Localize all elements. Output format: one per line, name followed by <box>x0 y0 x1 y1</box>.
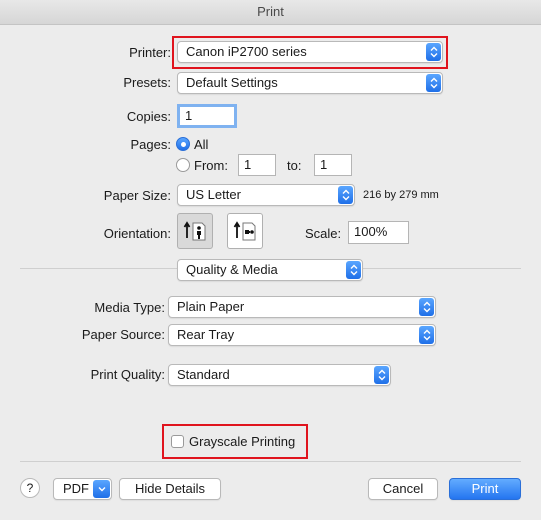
scale-label: Scale: <box>305 226 342 241</box>
pages-to-label: to: <box>287 158 302 173</box>
presets-popup[interactable]: Default Settings <box>177 72 443 94</box>
paper-size-label: Paper Size: <box>103 188 171 203</box>
pages-from-field[interactable]: 1 <box>238 154 276 176</box>
popup-arrows-icon <box>419 298 434 316</box>
media-type-popup[interactable]: Plain Paper <box>168 296 436 318</box>
pages-to-field[interactable]: 1 <box>314 154 352 176</box>
printer-value: Canon iP2700 series <box>186 44 307 59</box>
footer-divider <box>20 461 521 462</box>
presets-label: Presets: <box>123 75 171 90</box>
section-popup-value: Quality & Media <box>186 262 278 277</box>
popup-arrows-icon <box>338 186 353 204</box>
copies-label: Copies: <box>126 109 171 124</box>
pages-range-radio[interactable] <box>176 158 190 172</box>
scale-field[interactable]: 100% <box>348 221 409 244</box>
landscape-orientation-icon <box>233 221 256 241</box>
orientation-label: Orientation: <box>103 226 171 241</box>
pdf-label: PDF <box>63 481 89 496</box>
grayscale-label: Grayscale Printing <box>189 434 296 449</box>
chevron-down-icon <box>93 480 110 498</box>
paper-size-dimensions: 216 by 279 mm <box>363 189 439 201</box>
orientation-landscape-button[interactable] <box>227 213 263 249</box>
title-bar: Print <box>0 0 541 25</box>
popup-arrows-icon <box>374 366 389 384</box>
paper-source-value: Rear Tray <box>177 327 235 342</box>
window-title: Print <box>257 4 284 19</box>
print-quality-value: Standard <box>177 367 230 382</box>
portrait-orientation-icon <box>183 221 206 241</box>
hide-details-button[interactable]: Hide Details <box>119 478 221 500</box>
media-type-value: Plain Paper <box>177 299 245 314</box>
print-quality-label: Print Quality: <box>90 367 165 382</box>
paper-source-popup[interactable]: Rear Tray <box>168 324 436 346</box>
media-type-label: Media Type: <box>94 300 165 315</box>
pdf-menu-button[interactable]: PDF <box>53 478 112 500</box>
print-button[interactable]: Print <box>449 478 521 500</box>
cancel-button[interactable]: Cancel <box>368 478 438 500</box>
pages-all-label: All <box>194 137 209 152</box>
section-popup[interactable]: Quality & Media <box>177 259 363 281</box>
pages-all-radio[interactable] <box>176 137 190 151</box>
print-quality-popup[interactable]: Standard <box>168 364 391 386</box>
pages-label: Pages: <box>130 137 171 152</box>
popup-arrows-icon <box>419 326 434 344</box>
grayscale-checkbox[interactable] <box>171 435 184 448</box>
copies-field[interactable]: 1 <box>177 104 237 128</box>
popup-arrows-icon <box>426 74 441 92</box>
popup-arrows-icon <box>346 261 361 279</box>
printer-popup[interactable]: Canon iP2700 series <box>177 41 443 63</box>
presets-value: Default Settings <box>186 75 278 90</box>
pages-from-label: From: <box>194 158 228 173</box>
paper-source-label: Paper Source: <box>81 327 165 342</box>
paper-size-value: US Letter <box>186 187 241 202</box>
popup-arrows-icon <box>426 43 441 61</box>
paper-size-popup[interactable]: US Letter <box>177 184 355 206</box>
orientation-portrait-button[interactable] <box>177 213 213 249</box>
help-button[interactable]: ? <box>20 478 40 498</box>
printer-label: Printer: <box>129 45 171 60</box>
